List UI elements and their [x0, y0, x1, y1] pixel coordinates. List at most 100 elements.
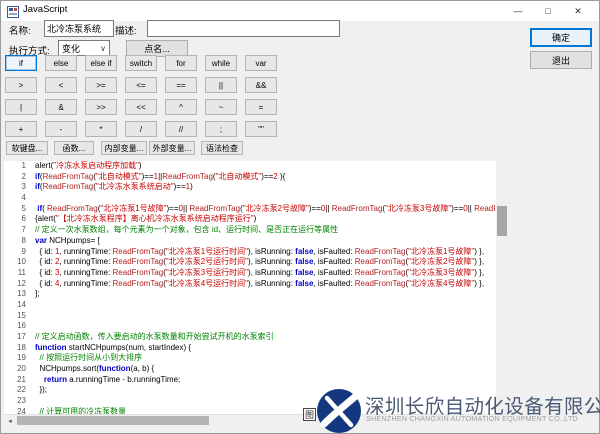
keypad-button[interactable]: ~ [205, 99, 237, 115]
internal-vars-button[interactable]: 内部变量... [101, 141, 147, 155]
code-text: if(ReadFromTag("北自动模式")==1||ReadFromTag(… [35, 172, 285, 183]
keypad-button[interactable]: - [45, 121, 77, 137]
tool-row: 软键盘... 函数... 内部变量...外部变量... 语法检查 [1, 141, 301, 156]
desc-label: 描述: [115, 23, 137, 37]
line-number: 12 [4, 279, 35, 290]
code-text: alert("冷冻水泵启动程序加载") [35, 161, 142, 172]
code-text: var NCHpumps= [ [35, 236, 100, 247]
syntax-check-button[interactable]: 语法检查 [201, 141, 243, 155]
code-text [35, 300, 37, 311]
company-watermark: 图 深圳长欣自动化设备有限公司 SHENZHEN CHANGXIN AUTOMA… [299, 385, 599, 434]
line-number: 2 [4, 172, 35, 183]
keypad-grid: ifelseelse ifswitchforwhilevar><>=<===||… [1, 55, 301, 145]
keypad-button[interactable]: else if [85, 55, 117, 71]
code-text: // 计算可用的冷冻泵数量 [35, 407, 126, 414]
code-line: 3if(ReadFromTag("北冷冻水泵系统启动")==1) [4, 182, 495, 193]
name-input[interactable] [44, 20, 114, 37]
keypad-button[interactable]: while [205, 55, 237, 71]
code-text: { id: 2, runningTime: ReadFromTag("北冷冻泵2… [35, 257, 484, 268]
chevron-down-icon: ∨ [100, 44, 106, 53]
code-line: 2if(ReadFromTag("北自动模式")==1||ReadFromTag… [4, 172, 495, 183]
keypad-button[interactable]: | [5, 99, 37, 115]
code-text: // 定义启动函数，传入要启动的水泵数量和开始尝试开机的水泵索引 [35, 332, 274, 343]
keypad-button[interactable]: > [5, 77, 37, 93]
keypad-button[interactable]: switch [125, 55, 157, 71]
line-number: 13 [4, 289, 35, 300]
code-text: return a.runningTime - b.runningTime; [35, 375, 180, 386]
keypad-button[interactable]: == [165, 77, 197, 93]
keypad-button[interactable]: || [205, 77, 237, 93]
code-text: function startNCHpumps(num, startIndex) … [35, 343, 191, 354]
keypad-button[interactable]: / [125, 121, 157, 137]
keypad-button[interactable]: = [245, 99, 277, 115]
desc-input[interactable] [147, 20, 340, 37]
code-line: 21 return a.runningTime - b.runningTime; [4, 375, 495, 386]
code-line: 6{alert("【北冷冻水泵程序】离心机冷冻水泵系统启动程序运行") [4, 214, 495, 225]
code-text: if(ReadFromTag("北冷冻水泵系统启动")==1) [35, 182, 193, 193]
keypad-button[interactable]: << [125, 99, 157, 115]
keypad-button[interactable]: && [245, 77, 277, 93]
code-lines[interactable]: 1alert("冷冻水泵启动程序加载")2if(ReadFromTag("北自动… [4, 161, 495, 414]
keypad-button[interactable]: * [85, 121, 117, 137]
line-number: 19 [4, 353, 35, 364]
close-button[interactable]: ✕ [563, 1, 593, 21]
keypad-button[interactable]: if [5, 55, 37, 71]
keypad-button[interactable]: "" [245, 121, 277, 137]
line-number: 16 [4, 321, 35, 332]
keypad-button[interactable]: + [5, 121, 37, 137]
keypad-button[interactable]: ; [205, 121, 237, 137]
keypad-button[interactable]: >= [85, 77, 117, 93]
code-line: 15 [4, 311, 495, 322]
code-text: // 按照运行时间从小到大排序 [35, 353, 142, 364]
line-number: 24 [4, 407, 35, 414]
line-number: 9 [4, 247, 35, 258]
vertical-scrollbar[interactable] [496, 161, 508, 414]
vertical-scrollbar-thumb[interactable] [497, 206, 507, 236]
functions-button[interactable]: 函数... [54, 141, 94, 155]
code-line: 7// 定义一次水泵数组，每个元素为一个对象，包含 id、运行时间、是否正在运行… [4, 225, 495, 236]
minimize-button[interactable]: — [503, 1, 533, 21]
code-text: { id: 1, runningTime: ReadFromTag("北冷冻泵1… [35, 247, 484, 258]
changxin-logo-icon [317, 389, 361, 433]
code-line: 14 [4, 300, 495, 311]
line-number: 21 [4, 375, 35, 386]
line-number: 20 [4, 364, 35, 375]
maximize-button[interactable]: □ [533, 1, 563, 21]
line-number: 11 [4, 268, 35, 279]
soft-keyboard-button[interactable]: 软键盘... [6, 141, 48, 155]
keypad-button[interactable]: for [165, 55, 197, 71]
code-line: 18function startNCHpumps(num, startIndex… [4, 343, 495, 354]
keypad-button[interactable]: else [45, 55, 77, 71]
ok-button[interactable]: 确定 [530, 28, 592, 47]
external-vars-button[interactable]: 外部变量... [149, 141, 195, 155]
exec-mode-value: 变化 [62, 42, 80, 55]
keypad-button[interactable]: <= [125, 77, 157, 93]
horizontal-scrollbar-thumb[interactable] [17, 416, 209, 425]
keypad-button[interactable]: < [45, 77, 77, 93]
code-text [35, 311, 37, 322]
exit-button[interactable]: 退出 [530, 51, 592, 69]
code-text [35, 396, 37, 407]
line-number: 1 [4, 161, 35, 172]
keypad-button[interactable]: & [45, 99, 77, 115]
line-number: 14 [4, 300, 35, 311]
code-line: 12 { id: 4, runningTime: ReadFromTag("北冷… [4, 279, 495, 290]
line-number: 7 [4, 225, 35, 236]
keypad-button[interactable]: >> [85, 99, 117, 115]
keypad-button[interactable]: // [165, 121, 197, 137]
line-number: 22 [4, 385, 35, 396]
code-text: { id: 4, runningTime: ReadFromTag("北冷冻泵4… [35, 279, 484, 290]
code-line: 10 { id: 2, runningTime: ReadFromTag("北冷… [4, 257, 495, 268]
code-line: 9 { id: 1, runningTime: ReadFromTag("北冷冻… [4, 247, 495, 258]
line-number: 17 [4, 332, 35, 343]
line-number: 3 [4, 182, 35, 193]
app-icon [7, 5, 19, 17]
code-line: 5 if( ReadFromTag("北冷冻泵1号故障")==0|| ReadF… [4, 204, 495, 215]
scroll-left-arrow-icon[interactable]: ◂ [4, 415, 16, 426]
exec-mode-select[interactable]: 变化 ∨ [58, 40, 110, 56]
company-name-en: SHENZHEN CHANGXIN AUTOMATION EQUIPMENT C… [366, 414, 578, 423]
keypad-button[interactable]: var [245, 55, 277, 71]
code-text: { id: 3, runningTime: ReadFromTag("北冷冻泵3… [35, 268, 484, 279]
line-number: 15 [4, 311, 35, 322]
keypad-button[interactable]: ^ [165, 99, 197, 115]
